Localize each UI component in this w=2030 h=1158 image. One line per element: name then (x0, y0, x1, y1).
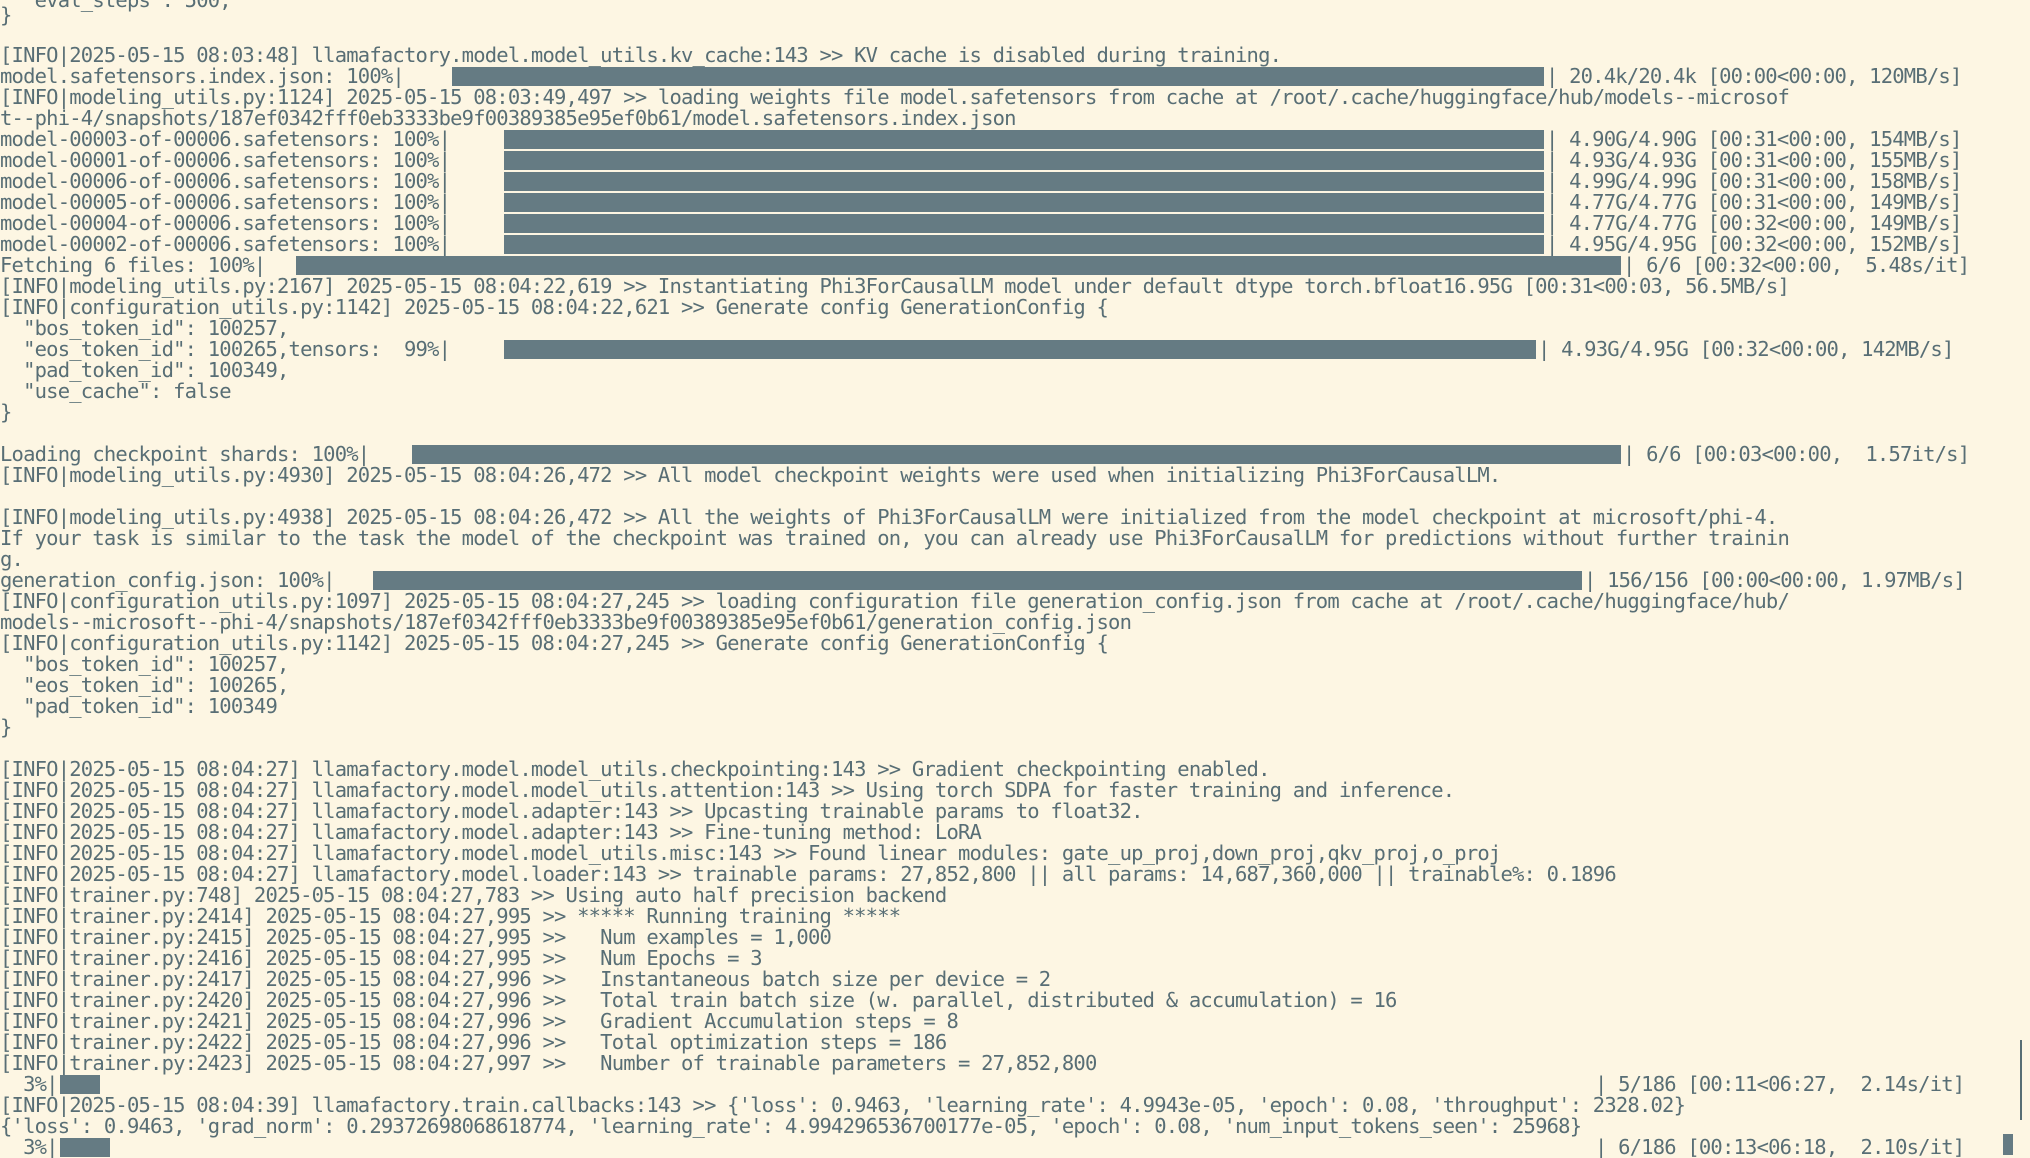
progress-line: generation_config.json: 100%| (0, 568, 336, 592)
log-line: [INFO|trainer.py:2416] 2025-05-15 08:04:… (0, 946, 763, 970)
log-line: "eos_token_id": 100265, (0, 673, 289, 697)
progress-bar-fill (373, 571, 1582, 590)
progress-stats: | 4.93G/4.95G [00:32<00:00, 142MB/s] (1538, 337, 1954, 361)
progress-bar-fill (296, 256, 1621, 275)
log-line: "use_cache": false (0, 379, 232, 403)
log-line: "pad_token_id": 100349 (0, 694, 278, 718)
log-line: t--phi-4/snapshots/187ef0342fff0eb3333be… (0, 106, 1017, 130)
log-line: [INFO|2025-05-15 08:04:27] llamafactory.… (0, 757, 1270, 781)
progress-line: "eos_token_id": 100265,tensors: 99%| (0, 337, 451, 361)
progress-line: model-00001-of-00006.safetensors: 100%| (0, 148, 451, 172)
progress-line: model-00006-of-00006.safetensors: 100%| (0, 169, 451, 193)
progress-bar-fill (504, 235, 1544, 254)
log-line: [INFO|modeling_utils.py:1124] 2025-05-15… (0, 85, 1790, 109)
progress-stats: | 6/6 [00:03<00:00, 1.57it/s] (1623, 442, 1970, 466)
log-line: [INFO|modeling_utils.py:2167] 2025-05-15… (0, 274, 1790, 298)
log-line: "bos_token_id": 100257, (0, 316, 289, 340)
log-line: [INFO|modeling_utils.py:4938] 2025-05-15… (0, 505, 1778, 529)
progress-line: model-00003-of-00006.safetensors: 100%| (0, 127, 451, 151)
progress-line: Fetching 6 files: 100%| (0, 253, 266, 277)
log-line: [INFO|trainer.py:748] 2025-05-15 08:04:2… (0, 883, 947, 907)
log-line: [INFO|trainer.py:2420] 2025-05-15 08:04:… (0, 988, 1397, 1012)
log-line: [INFO|2025-05-15 08:04:39] llamafactory.… (0, 1093, 1686, 1117)
progress-bar-fill (60, 1075, 100, 1094)
log-line: } (0, 715, 12, 739)
progress-stats: | 156/156 [00:00<00:00, 1.97MB/s] (1584, 568, 1966, 592)
progress-bar-fill (504, 340, 1536, 359)
log-line: "bos_token_id": 100257, (0, 652, 289, 676)
progress-stats: | 4.93G/4.93G [00:31<00:00, 155MB/s] (1546, 148, 1962, 172)
progress-line: model.safetensors.index.json: 100%| (0, 64, 405, 88)
progress-stats: | 6/6 [00:32<00:00, 5.48s/it] (1623, 253, 1970, 277)
progress-line: 3%| (0, 1135, 58, 1158)
log-line: g. (0, 547, 24, 571)
log-line: } (0, 400, 12, 424)
log-line: [INFO|trainer.py:2421] 2025-05-15 08:04:… (0, 1009, 959, 1033)
log-line: [INFO|configuration_utils.py:1097] 2025-… (0, 589, 1790, 613)
progress-bar-fill (60, 1138, 110, 1157)
progress-line: model-00004-of-00006.safetensors: 100%| (0, 211, 451, 235)
log-line: [INFO|trainer.py:2422] 2025-05-15 08:04:… (0, 1030, 947, 1054)
log-line: [INFO|configuration_utils.py:1142] 2025-… (0, 295, 1109, 319)
progress-bar-fill (452, 67, 1544, 86)
log-line: [INFO|2025-05-15 08:03:48] llamafactory.… (0, 43, 1282, 67)
log-line: } (0, 3, 12, 27)
terminal-output[interactable]: "eval_steps": 500,} [INFO|2025-05-15 08:0… (0, 0, 2030, 1158)
progress-bar-fill (504, 193, 1544, 212)
log-line: [INFO|2025-05-15 08:04:27] llamafactory.… (0, 841, 1501, 865)
terminal-cursor (2003, 1134, 2013, 1155)
progress-stats: | 4.95G/4.95G [00:32<00:00, 152MB/s] (1546, 232, 1962, 256)
log-line: [INFO|2025-05-15 08:04:27] llamafactory.… (0, 799, 1143, 823)
progress-bar-fill (504, 151, 1544, 170)
log-line: {'loss': 0.9463, 'grad_norm': 0.29372698… (0, 1114, 1582, 1138)
progress-line: model-00002-of-00006.safetensors: 100%| (0, 232, 451, 256)
progress-stats: | 4.99G/4.99G [00:31<00:00, 158MB/s] (1546, 169, 1962, 193)
progress-bar-fill (412, 445, 1621, 464)
progress-stats: | 5/186 [00:11<06:27, 2.14s/it] (1595, 1072, 1965, 1096)
progress-line: Loading checkpoint shards: 100%| (0, 442, 370, 466)
log-line: [INFO|2025-05-15 08:04:27] llamafactory.… (0, 862, 1617, 886)
log-line: [INFO|trainer.py:2417] 2025-05-15 08:04:… (0, 967, 1051, 991)
log-line: "pad_token_id": 100349, (0, 358, 289, 382)
log-line: [INFO|trainer.py:2415] 2025-05-15 08:04:… (0, 925, 832, 949)
log-line: models--microsoft--phi-4/snapshots/187ef… (0, 610, 1132, 634)
progress-bar-fill (504, 130, 1544, 149)
log-line: [INFO|configuration_utils.py:1142] 2025-… (0, 631, 1109, 655)
progress-line: model-00005-of-00006.safetensors: 100%| (0, 190, 451, 214)
progress-stats: | 4.77G/4.77G [00:32<00:00, 149MB/s] (1546, 211, 1962, 235)
progress-line: 3%| (0, 1072, 58, 1096)
progress-bar-fill (504, 214, 1544, 233)
scroll-indicator (2020, 1040, 2022, 1120)
log-line: [INFO|2025-05-15 08:04:27] llamafactory.… (0, 778, 1455, 802)
progress-stats: | 20.4k/20.4k [00:00<00:00, 120MB/s] (1546, 64, 1962, 88)
progress-stats: | 4.77G/4.77G [00:31<00:00, 149MB/s] (1546, 190, 1962, 214)
progress-stats: | 6/186 [00:13<06:18, 2.10s/it] (1595, 1135, 1965, 1158)
progress-bar-fill (504, 172, 1544, 191)
log-line: [INFO|2025-05-15 08:04:27] llamafactory.… (0, 820, 982, 844)
progress-stats: | 4.90G/4.90G [00:31<00:00, 154MB/s] (1546, 127, 1962, 151)
log-line: If your task is similar to the task the … (0, 526, 1790, 550)
log-line: [INFO|trainer.py:2423] 2025-05-15 08:04:… (0, 1051, 1097, 1075)
log-line: [INFO|modeling_utils.py:4930] 2025-05-15… (0, 463, 1501, 487)
log-line: "eval_steps": 500, (0, 0, 232, 12)
log-line: [INFO|trainer.py:2414] 2025-05-15 08:04:… (0, 904, 901, 928)
